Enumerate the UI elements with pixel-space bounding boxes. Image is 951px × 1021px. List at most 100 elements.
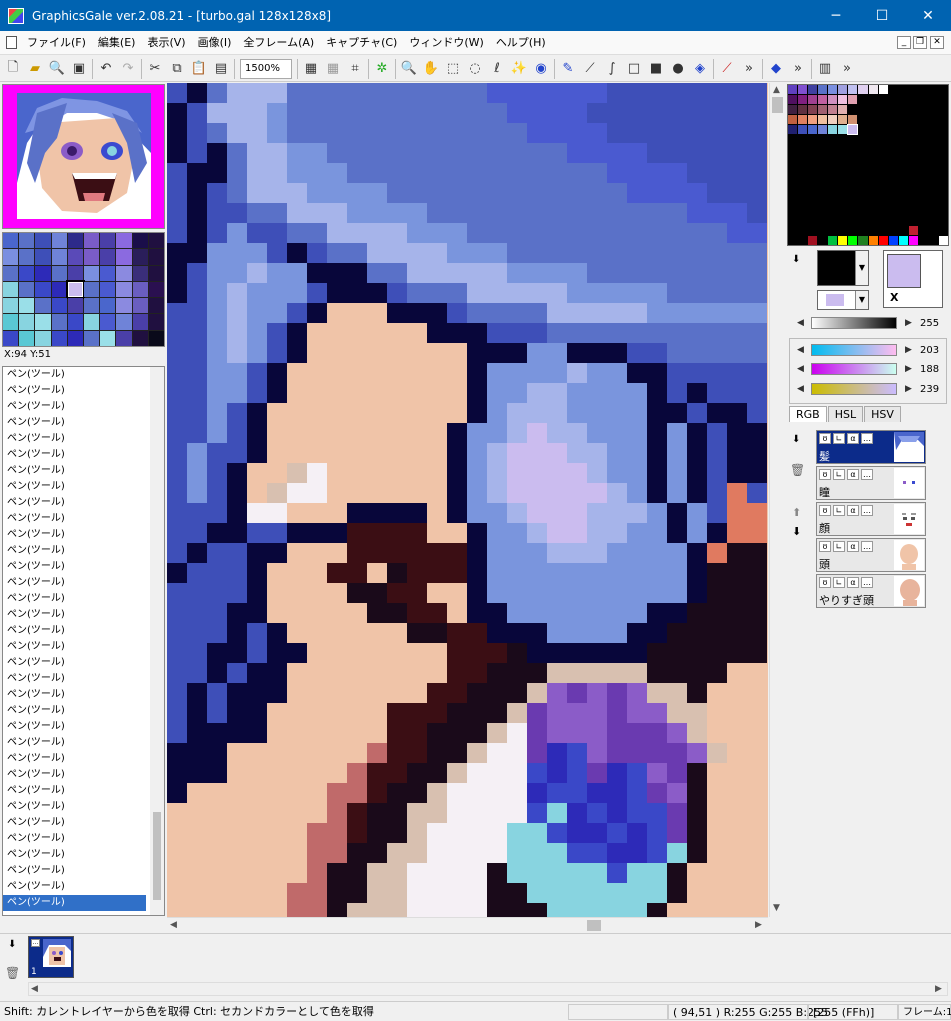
palette-swatch[interactable] (788, 125, 798, 135)
palette-swatch[interactable] (828, 145, 838, 155)
zoom-cell[interactable] (132, 330, 148, 346)
zoom-cell[interactable] (116, 281, 132, 298)
scroll-up-icon[interactable]: ▲ (773, 85, 780, 95)
zoom-cell[interactable] (19, 281, 35, 298)
palette-swatch[interactable] (818, 235, 828, 245)
palette-swatch[interactable] (928, 135, 938, 145)
palette-swatch[interactable] (878, 115, 888, 125)
palette-swatch[interactable] (788, 155, 798, 165)
zoom-cell[interactable] (51, 281, 67, 298)
history-item[interactable]: ペン(ツール) (3, 415, 164, 431)
palette-swatch[interactable] (838, 105, 848, 115)
fill-tool-icon[interactable]: ◈ (689, 58, 711, 80)
palette-swatch[interactable] (788, 145, 798, 155)
palette-swatch[interactable] (808, 135, 818, 145)
palette-swatch[interactable] (788, 95, 798, 105)
history-item[interactable]: ペン(ツール) (3, 751, 164, 767)
layer-item[interactable]: ʊ ∟ α… 瞳 (816, 466, 926, 500)
palette-swatch[interactable] (858, 115, 868, 125)
palette-swatch[interactable] (868, 145, 878, 155)
palette-swatch[interactable] (868, 135, 878, 145)
history-item[interactable]: ペン(ツール) (3, 671, 164, 687)
grid-icon[interactable]: ▦ (300, 58, 322, 80)
zoom-cell[interactable] (67, 233, 83, 249)
paste-special-icon[interactable]: ▤ (210, 58, 232, 80)
history-item[interactable]: ペン(ツール) (3, 623, 164, 639)
palette-swatch[interactable] (808, 125, 818, 135)
second-color-swatch[interactable]: ▼ (817, 290, 869, 310)
palette-swatch[interactable] (928, 205, 938, 215)
zoom-cell[interactable] (19, 298, 35, 314)
history-item[interactable]: ペン(ツール) (3, 591, 164, 607)
zoom-palette-view[interactable] (2, 232, 165, 347)
palette-swatch[interactable] (898, 165, 908, 175)
palette-swatch[interactable] (938, 105, 948, 115)
layer-item[interactable]: ʊ ∟ α… 頭 (816, 538, 926, 572)
history-item[interactable]: ペン(ツール) (3, 543, 164, 559)
zoom-cell[interactable] (132, 233, 148, 249)
history-item[interactable]: ペン(ツール) (3, 511, 164, 527)
palette-swatch[interactable] (868, 165, 878, 175)
palette-swatch[interactable] (838, 235, 848, 245)
palette-swatch[interactable] (838, 125, 848, 135)
palette-swatch[interactable] (908, 85, 918, 95)
history-list[interactable]: ペン(ツール) ペン(ツール) ペン(ツール) ペン(ツール) ペン(ツール) ペン(ツー… (2, 366, 165, 916)
redo-icon[interactable]: ↷ (117, 58, 139, 80)
menu-capture[interactable]: キャプチャ(C) (320, 31, 403, 55)
zoom-cell[interactable] (83, 298, 100, 314)
palette-swatch[interactable] (898, 135, 908, 145)
active-color-indicator[interactable]: X (883, 250, 943, 308)
palette-swatch[interactable] (868, 195, 878, 205)
layer-menu-icon[interactable]: … (861, 469, 873, 480)
palette-swatch[interactable] (838, 175, 848, 185)
palette-swatch[interactable] (868, 215, 878, 225)
palette-swatch[interactable] (928, 145, 938, 155)
paste-icon[interactable]: 📋 (188, 58, 210, 80)
zoom-cell[interactable] (100, 330, 116, 346)
history-item[interactable]: ペン(ツール) (3, 863, 164, 879)
palette-swatch[interactable] (918, 215, 928, 225)
palette-swatch[interactable] (828, 95, 838, 105)
layer-alpha-icon[interactable]: α (847, 505, 859, 516)
palette-swatch[interactable] (938, 195, 948, 205)
green-left-arrow-icon[interactable]: ◀ (797, 364, 804, 374)
horizontal-scroll-thumb[interactable] (587, 920, 601, 931)
pixel-grid-icon[interactable]: ▦ (322, 58, 344, 80)
red-right-arrow-icon[interactable]: ▶ (905, 345, 912, 355)
palette-swatch[interactable] (838, 225, 848, 235)
palette-swatch[interactable] (848, 215, 858, 225)
palette-swatch[interactable] (918, 175, 928, 185)
zoom-cell[interactable] (19, 314, 35, 330)
palette-swatch[interactable] (878, 175, 888, 185)
layer-alpha-icon[interactable]: α (847, 577, 859, 588)
layer-visible-icon[interactable]: ʊ (819, 469, 831, 480)
palette-swatch[interactable] (818, 95, 828, 105)
layer-visible-icon[interactable]: ʊ (819, 577, 831, 588)
palette-swatch[interactable] (838, 95, 848, 105)
palette-swatch[interactable] (858, 155, 868, 165)
layer-alpha-icon[interactable]: α (847, 469, 859, 480)
palette-swatch[interactable] (818, 195, 828, 205)
zoom-tool-icon[interactable]: 🔍 (398, 58, 420, 80)
palette-swatch[interactable] (858, 165, 868, 175)
zoom-cell[interactable] (3, 265, 19, 281)
layer-alpha-icon[interactable]: α (847, 541, 859, 552)
palette-swatch[interactable] (898, 145, 908, 155)
palette-swatch[interactable] (888, 185, 898, 195)
palette-swatch[interactable] (918, 85, 928, 95)
palette-swatch[interactable] (898, 175, 908, 185)
palette-swatch[interactable] (938, 115, 948, 125)
palette-swatch[interactable] (818, 105, 828, 115)
history-item[interactable]: ペン(ツール) (3, 687, 164, 703)
layer-menu-icon[interactable]: … (861, 505, 873, 516)
palette-swatch[interactable] (878, 205, 888, 215)
palette-swatch[interactable] (818, 135, 828, 145)
zoom-cell[interactable] (148, 298, 164, 314)
palette-swatch[interactable] (808, 165, 818, 175)
zoom-cell[interactable] (35, 281, 51, 298)
palette-swatch[interactable] (808, 145, 818, 155)
palette-swatch[interactable] (908, 165, 918, 175)
palette-swatch[interactable] (878, 145, 888, 155)
palette-swatch[interactable] (918, 95, 928, 105)
palette-swatch[interactable] (798, 125, 808, 135)
